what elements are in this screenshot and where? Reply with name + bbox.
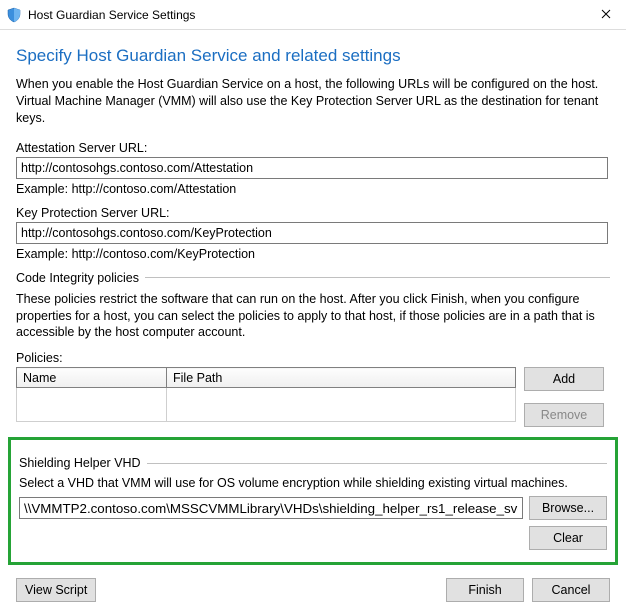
shielding-helper-section: Shielding Helper VHD Select a VHD that V… [8, 437, 618, 565]
shielding-vhd-input[interactable] [19, 497, 523, 519]
divider [145, 277, 610, 278]
finish-button[interactable]: Finish [446, 578, 524, 602]
content-area: Specify Host Guardian Service and relate… [0, 30, 626, 573]
footer: View Script Finish Cancel [16, 578, 610, 602]
browse-button[interactable]: Browse... [529, 496, 607, 520]
attestation-url-example: Example: http://contoso.com/Attestation [16, 182, 610, 196]
code-integrity-description: These policies restrict the software tha… [16, 291, 610, 342]
shielding-description: Select a VHD that VMM will use for OS vo… [19, 476, 607, 490]
policies-col-filepath[interactable]: File Path [167, 368, 516, 388]
view-script-button[interactable]: View Script [16, 578, 96, 602]
attestation-url-label: Attestation Server URL: [16, 141, 610, 155]
attestation-url-input[interactable] [16, 157, 608, 179]
policies-label: Policies: [16, 351, 610, 365]
code-integrity-header: Code Integrity policies [16, 271, 610, 285]
page-title: Specify Host Guardian Service and relate… [16, 46, 610, 66]
add-button[interactable]: Add [524, 367, 604, 391]
table-row[interactable] [17, 388, 516, 422]
code-integrity-label: Code Integrity policies [16, 271, 139, 285]
keyprotection-url-label: Key Protection Server URL: [16, 206, 610, 220]
policies-col-name[interactable]: Name [17, 368, 167, 388]
divider [147, 463, 607, 464]
shield-icon [6, 7, 22, 23]
clear-button[interactable]: Clear [529, 526, 607, 550]
cancel-button[interactable]: Cancel [532, 578, 610, 602]
window-title: Host Guardian Service Settings [28, 8, 586, 22]
keyprotection-url-input[interactable] [16, 222, 608, 244]
policies-table[interactable]: Name File Path [16, 367, 516, 422]
intro-text: When you enable the Host Guardian Servic… [16, 76, 610, 127]
keyprotection-url-example: Example: http://contoso.com/KeyProtectio… [16, 247, 610, 261]
titlebar: Host Guardian Service Settings [0, 0, 626, 30]
close-button[interactable] [586, 0, 626, 30]
close-icon [601, 6, 611, 24]
shielding-header-label: Shielding Helper VHD [19, 456, 141, 470]
shielding-header: Shielding Helper VHD [19, 456, 607, 470]
remove-button: Remove [524, 403, 604, 427]
